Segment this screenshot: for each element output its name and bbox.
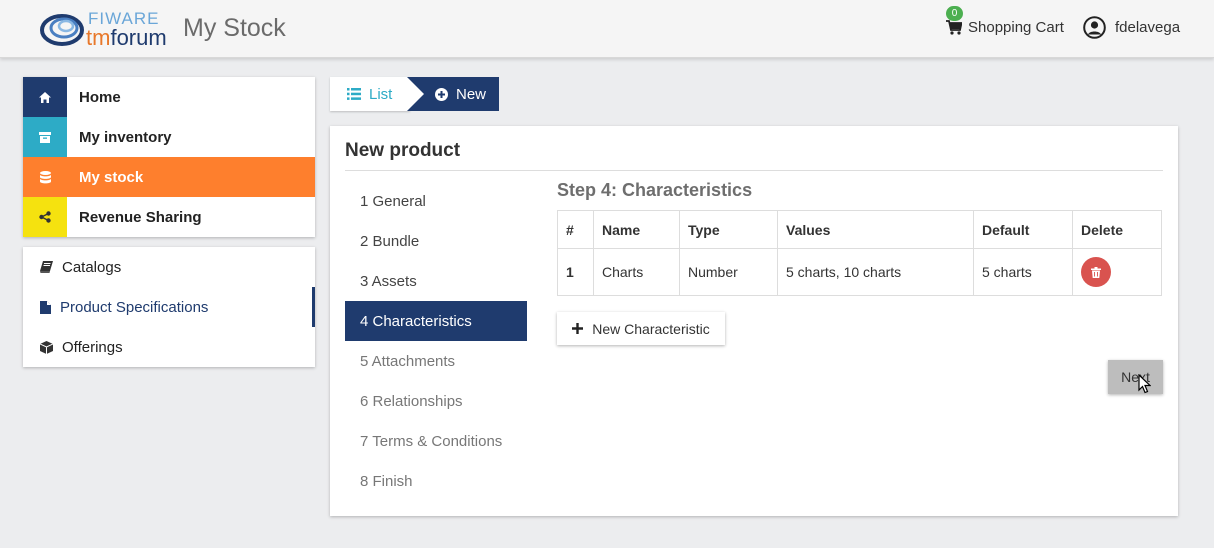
sidebar-item-my-stock[interactable]: My stock [23, 157, 315, 197]
breadcrumb-arrow [407, 77, 424, 111]
column-header-number: # [557, 210, 594, 249]
trash-icon [1091, 266, 1101, 278]
cart-icon [946, 20, 962, 35]
share-icon [23, 197, 67, 237]
step-bundle[interactable]: 2 Bundle [345, 221, 527, 261]
sidebar-sub-label: Product Specifications [60, 298, 209, 316]
step-title: Step 4: Characteristics [557, 180, 753, 200]
column-header-name: Name [593, 210, 680, 249]
sidebar-item-label: My stock [79, 168, 144, 186]
delete-characteristic-button[interactable] [1081, 257, 1111, 287]
step-relationships[interactable]: 6 Relationships [345, 381, 527, 421]
wizard-steps: 1 General 2 Bundle 3 Assets 4 Characteri… [345, 181, 527, 501]
table-header-row: # Name Type Values Default Delete [557, 210, 1162, 249]
cell-values: 5 charts, 10 charts [777, 248, 974, 296]
database-icon [23, 157, 67, 197]
step-attachments[interactable]: 5 Attachments [345, 341, 527, 381]
user-name: fdelavega [1115, 19, 1181, 36]
book-icon [40, 261, 53, 273]
divider [345, 170, 1163, 171]
user-menu[interactable]: fdelavega [1083, 16, 1180, 39]
breadcrumb-list-label: List [369, 85, 393, 103]
sidebar-sub-label: Catalogs [62, 258, 122, 276]
sidebar-sub-label: Offerings [62, 338, 123, 356]
column-header-type: Type [679, 210, 778, 249]
sidebar-item-label: Home [79, 88, 121, 106]
top-header: FIWARE tmforum My Stock 0 Shopping Cart … [0, 0, 1214, 58]
archive-icon [23, 117, 67, 157]
sidebar-item-home[interactable]: Home [23, 77, 315, 117]
sidebar-sub-nav: Catalogs Product Specifications Offering… [23, 247, 315, 367]
column-header-values: Values [777, 210, 974, 249]
logo-tm-part: tm [86, 25, 111, 50]
new-product-panel: New product 1 General 2 Bundle 3 Assets … [330, 126, 1178, 516]
mouse-cursor-icon [1138, 374, 1151, 394]
sidebar-item-catalogs[interactable]: Catalogs [23, 247, 315, 287]
app-title: My Stock [183, 14, 286, 42]
sidebar-item-offerings[interactable]: Offerings [23, 327, 315, 367]
table-row: 1 Charts Number 5 charts, 10 charts 5 ch… [557, 248, 1162, 296]
cell-number: 1 [557, 248, 594, 296]
list-icon [347, 88, 361, 100]
cell-name: Charts [593, 248, 680, 296]
user-circle-icon [1083, 16, 1106, 39]
new-characteristic-label: New Characteristic [592, 320, 710, 337]
fiware-tmforum-logo[interactable]: FIWARE tmforum [38, 8, 178, 50]
cell-default: 5 charts [973, 248, 1073, 296]
cell-type: Number [679, 248, 778, 296]
plus-icon [572, 323, 584, 334]
plus-circle-icon [435, 87, 448, 101]
cart-label: Shopping Cart [968, 19, 1064, 36]
sidebar-item-label: My inventory [79, 128, 172, 146]
sidebar-item-revenue-sharing[interactable]: Revenue Sharing [23, 197, 315, 237]
next-button[interactable]: Next [1108, 360, 1163, 394]
swirl-logo-icon [40, 14, 84, 46]
home-icon [23, 77, 67, 117]
new-characteristic-button[interactable]: New Characteristic [557, 312, 725, 345]
cell-delete [1072, 248, 1162, 296]
sidebar-main-nav: Home My inventory My stock Revenue Shari… [23, 77, 315, 237]
cube-icon [40, 340, 53, 354]
panel-title: New product [345, 140, 461, 161]
characteristics-table: # Name Type Values Default Delete 1 Char… [557, 210, 1162, 296]
breadcrumb: List New [330, 77, 499, 111]
step-characteristics[interactable]: 4 Characteristics [345, 301, 527, 341]
column-header-delete: Delete [1072, 210, 1162, 249]
file-icon [40, 300, 51, 314]
breadcrumb-new-label: New [456, 85, 487, 103]
cart-count-badge: 0 [946, 6, 963, 21]
step-terms-conditions[interactable]: 7 Terms & Conditions [345, 421, 527, 461]
logo-tmforum-text: tmforum [86, 25, 167, 51]
logo-forum-part: forum [110, 25, 167, 50]
step-assets[interactable]: 3 Assets [345, 261, 527, 301]
column-header-default: Default [973, 210, 1073, 249]
sidebar-item-label: Revenue Sharing [79, 208, 202, 226]
breadcrumb-list[interactable]: List [330, 77, 410, 111]
step-general[interactable]: 1 General [345, 181, 527, 221]
sidebar-item-my-inventory[interactable]: My inventory [23, 117, 315, 157]
sidebar-item-product-specifications[interactable]: Product Specifications [23, 287, 315, 327]
shopping-cart-link[interactable]: 0 Shopping Cart [946, 6, 1064, 36]
step-finish[interactable]: 8 Finish [345, 461, 527, 501]
active-indicator [312, 287, 315, 327]
